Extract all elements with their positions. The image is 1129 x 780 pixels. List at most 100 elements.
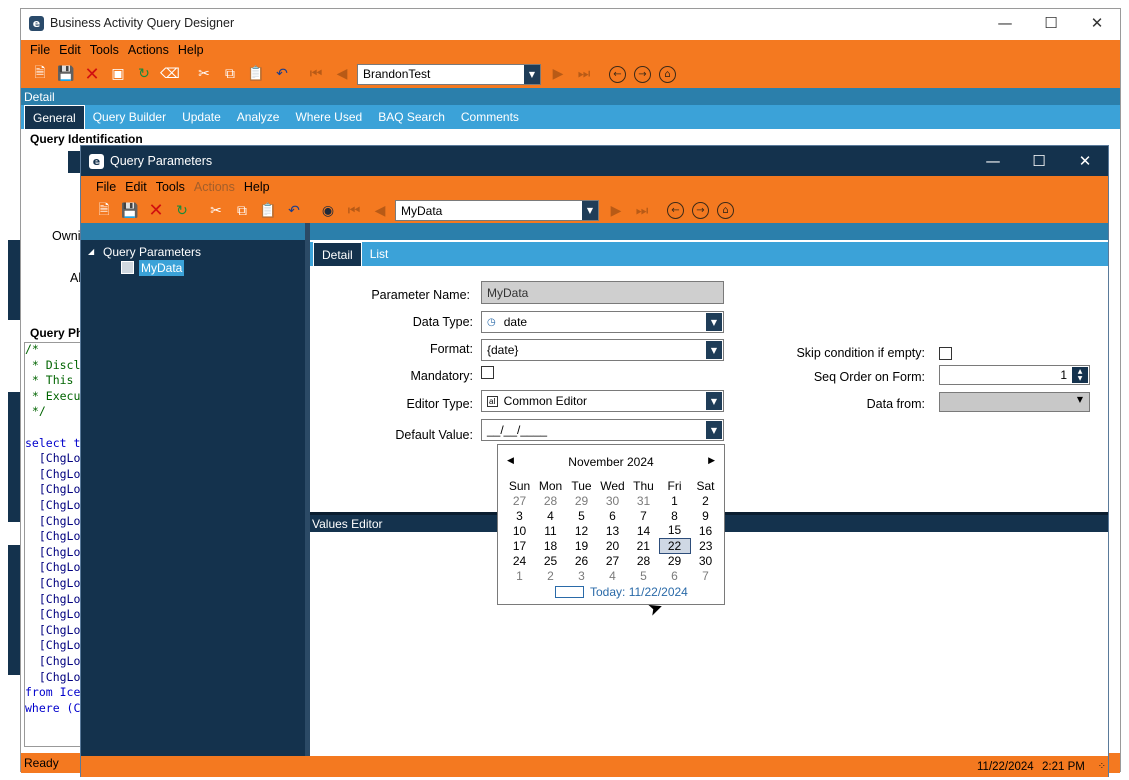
first-record-icon[interactable]: ⏮ [341, 200, 367, 222]
chevron-down-icon[interactable]: ▼ [706, 421, 722, 439]
paste-icon[interactable]: 📋 [255, 200, 281, 222]
chevron-down-icon[interactable]: ▼ [706, 392, 722, 410]
default-value-field[interactable]: __/__/____ ▼ [481, 419, 724, 441]
data-from-combo[interactable]: ▼ [939, 392, 1090, 412]
last-record-icon[interactable]: ⏭ [571, 63, 597, 85]
calendar-day[interactable]: 31 [628, 493, 659, 508]
new-icon[interactable]: 🗎 [91, 200, 117, 222]
maximize-button[interactable]: ☐ [1028, 9, 1074, 37]
close-button[interactable]: ✕ [1074, 9, 1120, 37]
dialog-menu-help[interactable]: Help [244, 180, 270, 194]
date-picker-popup[interactable]: ◀ November 2024 ▶ Sun Mon Tue Wed Thu Fr… [497, 444, 725, 605]
delete-icon[interactable]: ✕ [143, 200, 169, 222]
clear-icon[interactable]: ⌫ [157, 63, 183, 85]
calendar-day[interactable]: 11 [535, 523, 566, 538]
calendar-day[interactable]: 5 [566, 508, 597, 523]
attach-icon[interactable]: ▣ [105, 63, 131, 85]
calendar-day[interactable]: 3 [504, 508, 535, 523]
copy-icon[interactable]: ⧉ [217, 63, 243, 85]
seq-order-stepper[interactable]: 1 ▲ ▼ [939, 365, 1090, 385]
tree-root-label[interactable]: Query Parameters [103, 245, 201, 259]
undo-icon[interactable]: ↶ [281, 200, 307, 222]
forward-icon[interactable]: → [634, 65, 651, 83]
calendar-day[interactable]: 21 [628, 538, 659, 553]
dialog-minimize-button[interactable]: — [970, 146, 1016, 176]
previous-record-icon[interactable]: ◀ [329, 63, 355, 85]
calendar-day[interactable]: 3 [566, 568, 597, 583]
tab-analyze[interactable]: Analyze [229, 105, 288, 129]
calendar-day[interactable]: 14 [628, 523, 659, 538]
menu-tools[interactable]: Tools [90, 43, 119, 57]
chevron-down-icon[interactable]: ▼ [1077, 395, 1083, 404]
resize-grip-icon[interactable]: ⁘ [1098, 761, 1106, 772]
tree-collapse-icon[interactable]: ◢ [88, 247, 94, 256]
dialog-maximize-button[interactable]: ☐ [1016, 146, 1062, 176]
menu-help[interactable]: Help [178, 43, 204, 57]
undo-icon[interactable]: ↶ [269, 63, 295, 85]
calendar-day[interactable]: 29 [659, 553, 690, 568]
today-link[interactable]: Today: 11/22/2024 [590, 585, 688, 599]
previous-record-icon[interactable]: ◀ [367, 200, 393, 222]
dialog-menu-edit[interactable]: Edit [125, 180, 147, 194]
cut-icon[interactable]: ✂ [203, 200, 229, 222]
cut-icon[interactable]: ✂ [191, 63, 217, 85]
chevron-down-icon[interactable]: ▼ [582, 201, 598, 220]
last-record-icon[interactable]: ⏭ [629, 200, 655, 222]
calendar-day[interactable]: 16 [690, 523, 721, 538]
calendar-day[interactable]: 19 [566, 538, 597, 553]
format-combo[interactable]: {date} ▼ [481, 339, 724, 361]
save-icon[interactable]: 💾 [117, 200, 143, 222]
back-icon[interactable]: ← [667, 202, 684, 219]
chevron-down-icon[interactable]: ▼ [524, 64, 540, 84]
tab-comments[interactable]: Comments [453, 105, 527, 129]
next-month-icon[interactable]: ▶ [708, 456, 715, 466]
home-icon[interactable]: ⌂ [659, 65, 676, 83]
menu-file[interactable]: File [30, 43, 50, 57]
tab-query-builder[interactable]: Query Builder [85, 105, 174, 129]
calendar-day[interactable]: 1 [659, 493, 690, 508]
calendar-day[interactable]: 2 [690, 493, 721, 508]
calendar-day[interactable]: 28 [535, 493, 566, 508]
back-icon[interactable]: ← [609, 65, 626, 83]
main-nav-combo[interactable]: BrandonTest ▼ [357, 63, 541, 85]
dialog-close-button[interactable]: ✕ [1062, 146, 1108, 176]
calendar-day[interactable]: 13 [597, 523, 628, 538]
calendar-day-selected[interactable]: 22 [658, 537, 691, 554]
delete-icon[interactable]: ✕ [79, 63, 105, 85]
menu-actions[interactable]: Actions [128, 43, 169, 57]
skip-condition-checkbox[interactable] [939, 347, 952, 360]
calendar-day[interactable]: 5 [628, 568, 659, 583]
next-record-icon[interactable]: ▶ [545, 63, 571, 85]
home-icon[interactable]: ⌂ [717, 202, 734, 219]
chevron-down-icon[interactable]: ▼ [706, 341, 722, 359]
calendar-day[interactable]: 1 [504, 568, 535, 583]
first-record-icon[interactable]: ⏮ [303, 63, 329, 85]
calendar-day[interactable]: 7 [690, 568, 721, 583]
calendar-day[interactable]: 29 [566, 493, 597, 508]
refresh-icon[interactable]: ↻ [131, 63, 157, 85]
calendar-day[interactable]: 18 [535, 538, 566, 553]
dialog-nav-combo[interactable]: MyData ▼ [395, 200, 599, 221]
calendar-day[interactable]: 28 [628, 553, 659, 568]
calendar-day[interactable]: 12 [566, 523, 597, 538]
forward-icon[interactable]: → [692, 202, 709, 219]
calendar-day[interactable]: 26 [566, 553, 597, 568]
calendar-day[interactable]: 6 [659, 568, 690, 583]
next-record-icon[interactable]: ▶ [603, 200, 629, 222]
mandatory-checkbox[interactable] [481, 366, 494, 379]
tab-where-used[interactable]: Where Used [287, 105, 370, 129]
tab-general[interactable]: General [24, 105, 85, 129]
tab-list[interactable]: List [362, 242, 397, 266]
editor-type-combo[interactable]: aI Common Editor ▼ [481, 390, 724, 412]
dialog-menu-tools[interactable]: Tools [156, 180, 185, 194]
calendar-day[interactable]: 7 [628, 508, 659, 523]
calendar-day[interactable]: 6 [597, 508, 628, 523]
tree-item-mydata[interactable]: MyData [139, 260, 185, 276]
save-icon[interactable]: 💾 [53, 63, 79, 85]
dialog-menu-file[interactable]: File [96, 180, 116, 194]
calendar-day[interactable]: 27 [504, 493, 535, 508]
calendar-day[interactable]: 9 [690, 508, 721, 523]
calendar-day[interactable]: 23 [690, 538, 721, 553]
minimize-button[interactable]: — [982, 9, 1028, 37]
calendar-day[interactable]: 30 [597, 493, 628, 508]
